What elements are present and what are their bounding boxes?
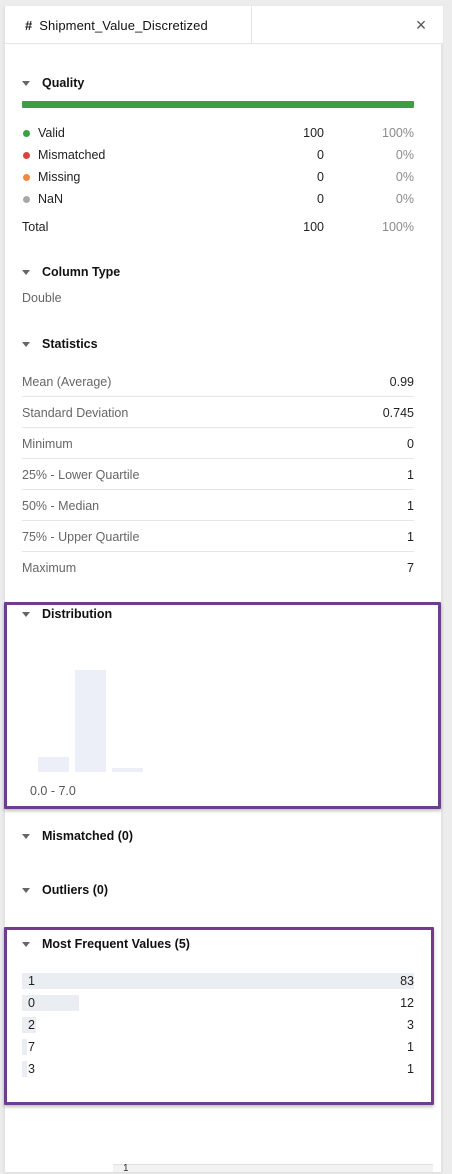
stat-label: Standard Deviation [22, 406, 129, 420]
stat-row-q3: 75% - Upper Quartile 1 [22, 521, 414, 552]
valid-dot-icon [23, 130, 30, 137]
histogram-bar[interactable] [112, 768, 143, 772]
quality-section-toggle[interactable]: Quality [22, 76, 84, 90]
numeric-type-icon: # [25, 17, 33, 33]
stat-label: Minimum [22, 437, 73, 451]
column-name: Shipment_Value_Discretized [39, 17, 208, 33]
frequent-value-label: 0 [28, 996, 35, 1010]
stat-label: Maximum [22, 561, 77, 575]
frequent-value-row[interactable]: 71 [22, 1039, 414, 1055]
statistics-heading: Statistics [42, 337, 98, 351]
stat-row-min: Minimum 0 [22, 428, 414, 459]
column-type-value: Double [22, 291, 62, 305]
stat-row-max: Maximum 7 [22, 552, 414, 583]
nan-dot-icon [23, 196, 30, 203]
missing-dot-icon [23, 174, 30, 181]
caret-down-icon [22, 341, 30, 347]
quality-total-percent: 100% [382, 220, 414, 234]
frequent-value-label: 1 [28, 974, 35, 988]
frequent-value-count: 1 [407, 1040, 414, 1054]
quality-percent: 0% [395, 148, 414, 162]
stat-value: 7 [407, 561, 414, 575]
histogram-bar[interactable] [38, 757, 69, 772]
frequent-value-count: 83 [400, 974, 414, 988]
stat-value: 0 [407, 437, 414, 451]
frequency-bar [22, 1061, 27, 1077]
quality-percent: 0% [395, 170, 414, 184]
quality-label: NaN [38, 192, 64, 206]
quality-row-total: Total 100 100% [22, 219, 414, 237]
stat-value: 1 [407, 530, 414, 544]
mismatched-section-toggle[interactable]: Mismatched (0) [22, 829, 133, 843]
mismatched-heading: Mismatched (0) [42, 829, 133, 843]
frequent-value-label: 2 [28, 1018, 35, 1032]
quality-label: Valid [38, 126, 65, 140]
stat-row-median: 50% - Median 1 [22, 490, 414, 521]
quality-heading: Quality [42, 76, 85, 90]
most-frequent-section-toggle[interactable]: Most Frequent Values (5) [22, 937, 190, 951]
quality-percent: 0% [395, 192, 414, 206]
quality-label: Missing [38, 170, 81, 184]
horizontal-scrollbar[interactable]: 1 [113, 1163, 433, 1174]
quality-percent: 100% [382, 126, 414, 140]
quality-label: Mismatched [38, 148, 106, 162]
frequent-value-row[interactable]: 0 12 [22, 995, 414, 1011]
quality-count: 0 [317, 170, 324, 184]
frequency-bar [22, 1039, 27, 1055]
frequent-value-row[interactable]: 31 [22, 1061, 414, 1077]
distribution-histogram [20, 636, 412, 776]
stat-row-mean: Mean (Average) 0.99 [22, 366, 414, 397]
caret-down-icon [22, 941, 30, 947]
outliers-section-toggle[interactable]: Outliers (0) [22, 883, 108, 897]
scroll-tick-label: 1 [123, 1163, 129, 1174]
quality-total-count: 100 [303, 220, 324, 234]
distribution-heading: Distribution [42, 607, 113, 621]
frequent-value-row[interactable]: 23 [22, 1017, 414, 1033]
stat-value: 1 [407, 468, 414, 482]
frequent-value-label: 3 [28, 1062, 35, 1076]
column-type-section-toggle[interactable]: Column Type [22, 265, 120, 279]
frequent-value-count: 1 [407, 1062, 414, 1076]
quality-row-mismatched: Mismatched 0 0% [22, 147, 414, 165]
stat-row-q1: 25% - Lower Quartile 1 [22, 459, 414, 490]
distribution-range-label: 0.0 - 7.0 [30, 784, 76, 798]
caret-down-icon [22, 887, 30, 893]
column-type-heading: Column Type [42, 265, 121, 279]
quality-bar [22, 101, 414, 108]
quality-row-valid: Valid 100 100% [22, 125, 414, 143]
frequent-value-label: 7 [28, 1040, 35, 1054]
frequent-value-row[interactable]: 1 83 [22, 973, 414, 989]
stat-value: 0.745 [382, 406, 414, 420]
column-tab[interactable]: # Shipment_Value_Discretized [5, 6, 252, 44]
frequent-value-count: 12 [400, 996, 414, 1010]
mismatched-dot-icon [23, 152, 30, 159]
most-frequent-heading: Most Frequent Values (5) [42, 937, 190, 951]
frequent-value-count: 3 [407, 1018, 414, 1032]
quality-count: 0 [317, 148, 324, 162]
stat-label: 50% - Median [22, 499, 100, 513]
quality-row-nan: NaN 0 0% [22, 191, 414, 209]
caret-down-icon [22, 80, 30, 86]
distribution-section-toggle[interactable]: Distribution [22, 607, 112, 621]
quality-row-missing: Missing 0 0% [22, 169, 414, 187]
caret-down-icon [22, 611, 30, 617]
stat-label: 75% - Upper Quartile [22, 530, 140, 544]
statistics-section-toggle[interactable]: Statistics [22, 337, 98, 351]
stat-value: 0.99 [389, 375, 414, 389]
tab-bar: # Shipment_Value_Discretized × [5, 6, 443, 44]
caret-down-icon [22, 833, 30, 839]
stat-value: 1 [407, 499, 414, 513]
quality-count: 100 [303, 126, 324, 140]
frequency-bar [22, 973, 414, 989]
quality-total-label: Total [22, 220, 49, 234]
stat-row-std: Standard Deviation 0.745 [22, 397, 414, 428]
stat-label: Mean (Average) [22, 375, 112, 389]
stat-label: 25% - Lower Quartile [22, 468, 140, 482]
histogram-bar[interactable] [75, 670, 106, 772]
caret-down-icon [22, 269, 30, 275]
close-icon[interactable]: × [413, 16, 429, 34]
quality-count: 0 [317, 192, 324, 206]
outliers-heading: Outliers (0) [42, 883, 108, 897]
